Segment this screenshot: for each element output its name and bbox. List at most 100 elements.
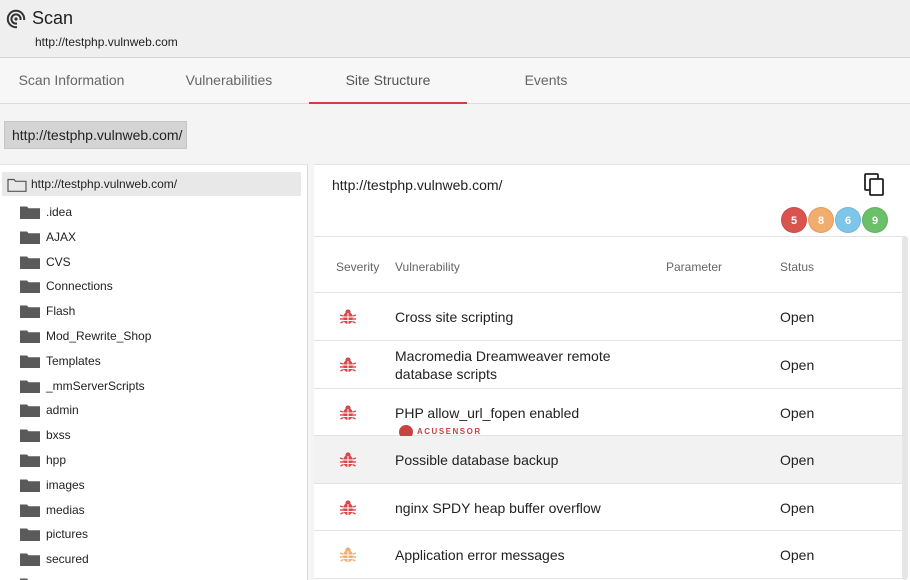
- col-severity[interactable]: Severity: [336, 260, 379, 274]
- tree-item[interactable]: secured: [20, 549, 280, 569]
- folder-open-icon: [7, 178, 27, 192]
- col-vulnerability[interactable]: Vulnerability: [395, 260, 460, 274]
- tree-item-label: .idea: [46, 205, 73, 219]
- tree-item-label: CVS: [46, 254, 71, 269]
- vulnerability-name[interactable]: nginx SPDY heap buffer overflow: [395, 499, 665, 517]
- table-row[interactable]: Cross site scripting Open: [314, 293, 904, 341]
- bug-severity-icon: [339, 499, 357, 515]
- tree-item-label: images: [46, 477, 85, 492]
- tree-item[interactable]: AJAX: [20, 227, 280, 247]
- scrollbar[interactable]: [902, 236, 908, 580]
- copy-icon[interactable]: [864, 173, 886, 197]
- vulnerability-text: nginx SPDY heap buffer overflow: [395, 499, 601, 516]
- tree-item[interactable]: pictures: [20, 524, 280, 544]
- folder-icon: [20, 305, 40, 319]
- table-row[interactable]: Macromedia Dreamweaver remote database s…: [314, 341, 904, 389]
- folder-icon: [20, 553, 40, 567]
- badge-low: 6: [835, 207, 861, 233]
- tab-vulnerabilities[interactable]: Vulnerabilities: [150, 58, 308, 104]
- tree-item[interactable]: Templates: [20, 351, 280, 371]
- tree-item-label: AJAX: [46, 229, 77, 244]
- tree-item-label: Connections: [46, 279, 113, 294]
- status-text: Open: [780, 309, 815, 325]
- tree-item[interactable]: admin: [20, 400, 280, 420]
- folder-icon: [20, 206, 40, 219]
- folder-icon: [20, 330, 40, 343]
- folder-icon: [20, 528, 40, 542]
- table-row[interactable]: PHP allow_url_fopen enabledACUSENSOR Open: [314, 389, 904, 440]
- tree-item[interactable]: bxss: [20, 425, 280, 445]
- vulnerability-name[interactable]: Application error messages: [395, 546, 665, 564]
- bug-severity-icon: [339, 357, 357, 372]
- detail-url: http://testphp.vulnweb.com/: [332, 177, 503, 193]
- tree-item[interactable]: Mod_Rewrite_Shop: [20, 326, 280, 346]
- badge-high: 5: [781, 207, 807, 233]
- vulnerability-name[interactable]: Possible database backup: [395, 451, 665, 469]
- table-row[interactable]: Application error messages Open: [314, 531, 904, 579]
- bug-severity-icon: [339, 452, 357, 467]
- folder-icon: [20, 479, 40, 492]
- tree-item-label: bxss: [46, 428, 71, 443]
- tree-item-label: medias: [46, 502, 85, 517]
- tab-bar: Scan Information Vulnerabilities Site St…: [0, 58, 910, 104]
- folder-icon: [20, 280, 40, 294]
- tree-item-label: pictures: [46, 527, 89, 542]
- vulnerability-text: Macromedia Dreamweaver remote database s…: [395, 348, 611, 382]
- status-text: Open: [780, 404, 815, 421]
- status-text: Open: [780, 452, 815, 468]
- badge-medium: 8: [808, 207, 834, 233]
- bug-severity-icon: [339, 547, 357, 562]
- tree-item[interactable]: Connections: [20, 276, 280, 296]
- tree-item-label: _mmServerScripts: [46, 378, 145, 393]
- tab-scan-information[interactable]: Scan Information: [0, 58, 143, 104]
- table-header: Severity Vulnerability Parameter Status: [314, 236, 904, 293]
- folder-icon: [20, 454, 40, 467]
- scan-radar-icon: [6, 9, 26, 29]
- col-parameter[interactable]: Parameter: [666, 260, 722, 274]
- tab-events[interactable]: Events: [467, 58, 625, 104]
- tree-item[interactable]: medias: [20, 500, 280, 520]
- tree-item-label: hpp: [46, 453, 67, 467]
- badge-info: 9: [862, 207, 888, 233]
- breadcrumb[interactable]: http://testphp.vulnweb.com/: [4, 121, 187, 149]
- bug-severity-icon: [339, 309, 357, 324]
- tree-item[interactable]: CVS: [20, 252, 280, 272]
- folder-icon: [20, 355, 40, 368]
- vulnerability-text: Cross site scripting: [395, 309, 514, 325]
- tab-site-structure[interactable]: Site Structure: [309, 58, 467, 104]
- tree-item-label: secured: [46, 552, 89, 567]
- vulnerability-name[interactable]: Macromedia Dreamweaver remote database s…: [395, 347, 665, 383]
- table-row[interactable]: nginx SPDY heap buffer overflow Open: [314, 484, 904, 531]
- tree-item[interactable]: Flash: [20, 301, 280, 321]
- table-row[interactable]: Possible database backup Open: [314, 436, 904, 484]
- tree-item[interactable]: hpp: [20, 450, 280, 470]
- tree-item-label: Templates: [46, 353, 101, 368]
- folder-icon: [20, 256, 40, 269]
- folder-icon: [20, 404, 40, 418]
- tree-root-item[interactable]: http://testphp.vulnweb.com/: [2, 172, 301, 196]
- tree-root-label: http://testphp.vulnweb.com/: [31, 177, 178, 191]
- col-status[interactable]: Status: [780, 260, 814, 274]
- tree-item-label: Flash: [46, 304, 76, 319]
- tree-item-label: Mod_Rewrite_Shop: [46, 329, 152, 343]
- page-title: Scan: [32, 8, 74, 28]
- page-header: Scan http://testphp.vulnweb.com: [0, 0, 910, 58]
- vulnerability-text: Possible database backup: [395, 452, 559, 468]
- bug-severity-icon: [339, 404, 357, 420]
- status-text: Open: [780, 547, 815, 563]
- folder-icon: [20, 380, 40, 393]
- folder-icon: [20, 429, 40, 443]
- tree-item[interactable]: _mmServerScripts: [20, 376, 280, 396]
- vulnerability-text: PHP allow_url_fopen enabled: [395, 404, 580, 421]
- site-tree: http://testphp.vulnweb.com/ .idea AJAX CVS…: [0, 164, 308, 580]
- detail-panel: http://testphp.vulnweb.com/ 5 8 6 9 Seve…: [314, 164, 910, 580]
- tree-item[interactable]: wvstests: [20, 574, 280, 580]
- page-subtitle: http://testphp.vulnweb.com: [35, 35, 178, 49]
- vulnerability-name[interactable]: Cross site scripting: [395, 308, 665, 326]
- tree-item[interactable]: images: [20, 475, 280, 495]
- tree-item[interactable]: .idea: [20, 202, 280, 222]
- status-text: Open: [780, 499, 815, 516]
- status-text: Open: [780, 357, 815, 373]
- folder-icon: [20, 504, 40, 517]
- vulnerability-text: Application error messages: [395, 547, 565, 563]
